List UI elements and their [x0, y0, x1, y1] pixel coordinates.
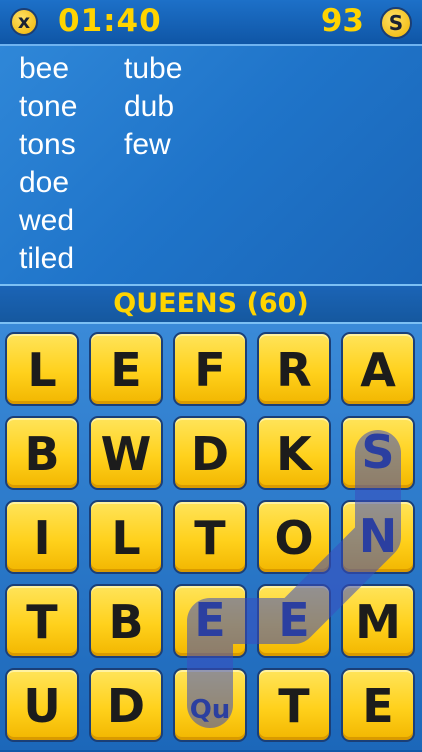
tile-letter: E [362, 679, 394, 733]
top-bar: x 01:40 93 S [0, 0, 422, 46]
letter-tile[interactable]: D [173, 416, 247, 490]
tile-letter: K [276, 427, 312, 481]
letter-tile[interactable]: D [89, 668, 163, 742]
tile-letter: B [108, 595, 144, 649]
letter-tile[interactable]: E [89, 332, 163, 406]
tile-letter: B [24, 427, 60, 481]
letter-tile[interactable]: U [5, 668, 79, 742]
letter-tile[interactable]: T [5, 584, 79, 658]
letter-tile[interactable]: B [89, 584, 163, 658]
letter-tile[interactable]: O [257, 500, 331, 574]
tile-letter: T [278, 679, 310, 733]
found-word: tons [19, 128, 76, 161]
letter-tile[interactable]: I [5, 500, 79, 574]
letter-tile[interactable]: L [5, 332, 79, 406]
letter-tile[interactable] [173, 668, 247, 742]
tile-letter: W [100, 427, 152, 481]
close-button[interactable]: x [10, 8, 38, 36]
tile-letter: A [360, 343, 396, 397]
tile-letter: T [194, 511, 226, 565]
letter-tile[interactable] [341, 416, 415, 490]
coin-icon[interactable]: S [380, 7, 412, 39]
timer: 01:40 [58, 3, 162, 39]
tile-letter: E [110, 343, 142, 397]
letter-tile[interactable]: E [341, 668, 415, 742]
found-word: few [124, 128, 171, 161]
current-word: QUEENS (60) [113, 288, 309, 319]
tile-letter: M [355, 595, 401, 649]
found-word: bee [19, 52, 70, 85]
tile-letter: R [276, 343, 312, 397]
found-words-column-1: bee tone tons doe wed tiled [19, 50, 77, 278]
found-word: dub [124, 90, 175, 123]
tile-letter: L [27, 343, 57, 397]
score: 93 [320, 3, 364, 39]
letter-tile[interactable]: B [5, 416, 79, 490]
tile-letter: I [33, 511, 51, 565]
letter-board: L E F R A B W D K I L T O T B M U D T E Qu E E N S [0, 324, 422, 750]
letter-tile[interactable]: K [257, 416, 331, 490]
letter-tile[interactable]: T [257, 668, 331, 742]
letter-tile[interactable]: L [89, 500, 163, 574]
letter-tile[interactable]: W [89, 416, 163, 490]
tile-letter: D [106, 679, 146, 733]
tile-letter: L [111, 511, 141, 565]
letter-tile[interactable]: A [341, 332, 415, 406]
found-words-panel: bee tone tons doe wed tiled tube dub few [0, 46, 422, 284]
found-word: tiled [19, 242, 75, 275]
found-word: tube [124, 52, 183, 85]
tile-letter: F [194, 343, 226, 397]
letter-tile[interactable]: M [341, 584, 415, 658]
letter-tile[interactable]: F [173, 332, 247, 406]
letter-tile[interactable] [173, 584, 247, 658]
found-word: wed [19, 204, 75, 237]
letter-tile[interactable]: T [173, 500, 247, 574]
found-word: doe [19, 166, 70, 199]
tile-letter: O [274, 511, 314, 565]
current-word-bar: QUEENS (60) [0, 286, 422, 322]
found-word: tone [19, 90, 78, 123]
tile-letter: T [26, 595, 58, 649]
letter-tile[interactable] [341, 500, 415, 574]
tile-letter: D [190, 427, 230, 481]
letter-tile[interactable]: R [257, 332, 331, 406]
tile-letter: U [23, 679, 61, 733]
found-words-column-2: tube dub few [124, 50, 182, 164]
letter-tile[interactable] [257, 584, 331, 658]
